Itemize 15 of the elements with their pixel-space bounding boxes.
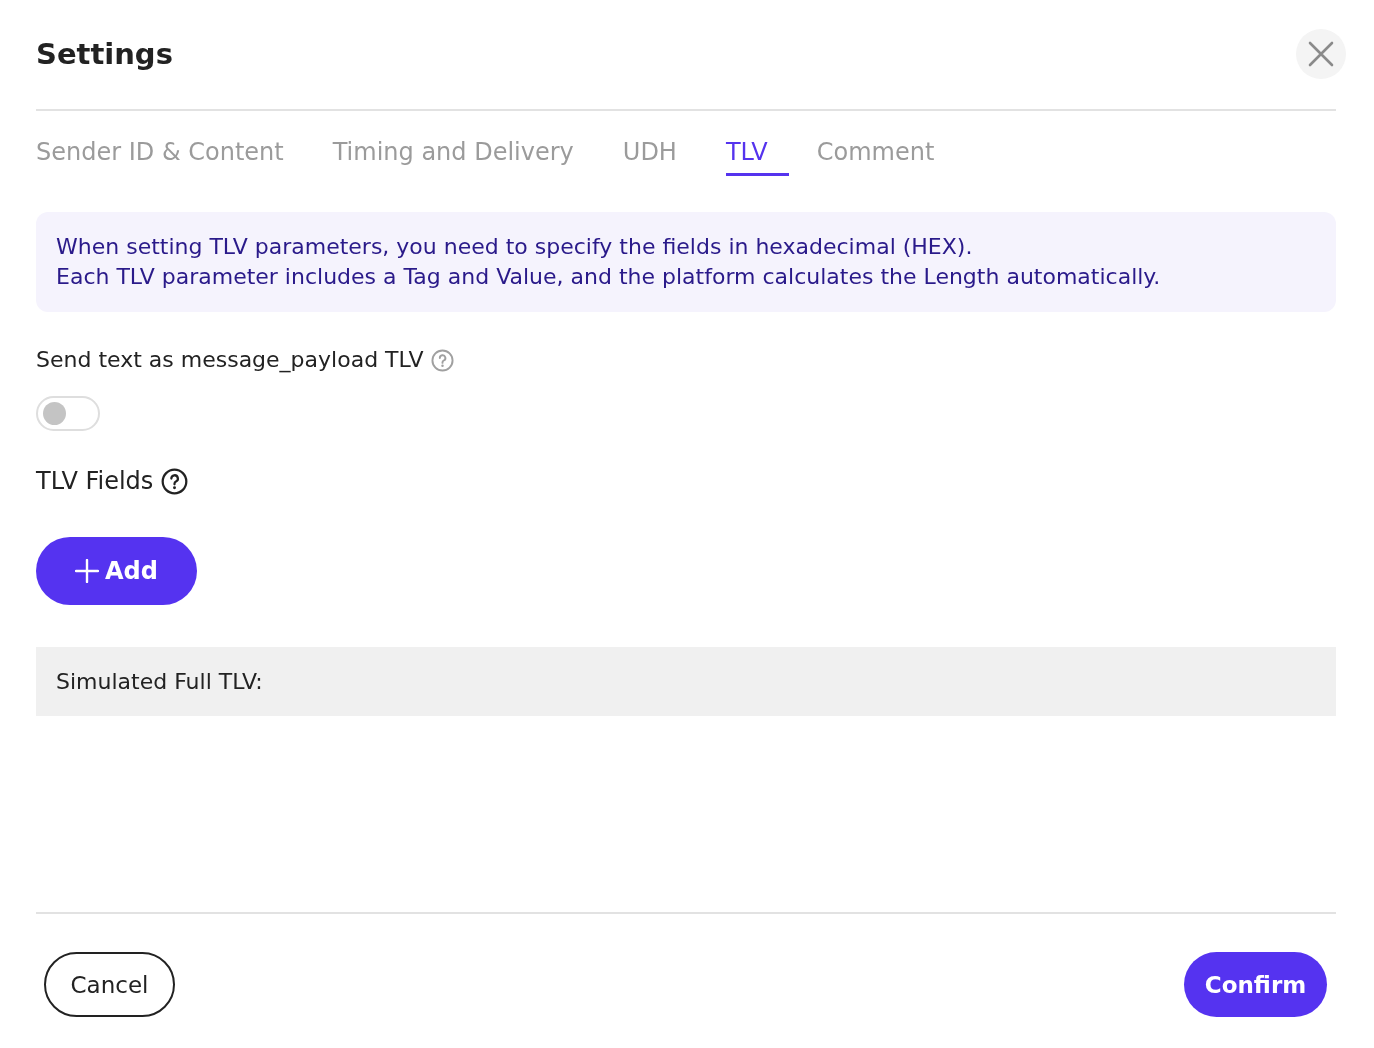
close-button[interactable]	[1296, 29, 1346, 79]
cancel-button[interactable]: Cancel	[44, 952, 175, 1017]
simulated-tlv-label: Simulated Full TLV:	[56, 669, 263, 694]
tab[interactable]: TLV	[725, 137, 789, 176]
info-text: Each TLV parameter includes a Tag and Value, and the platform calculates the Length automatically.	[56, 263, 1162, 291]
add-button[interactable]: Add	[36, 537, 197, 605]
plus-icon	[75, 559, 100, 583]
info-text: When setting TLV parameters, you need to specify the fields in hexadecimal (HEX).	[56, 233, 974, 261]
help-icon[interactable]	[161, 467, 189, 495]
close-icon	[1308, 41, 1334, 67]
dialog-title: Settings	[36, 37, 173, 71]
payload-toggle[interactable]	[36, 396, 100, 431]
confirm-button[interactable]: Confirm	[1184, 952, 1327, 1017]
tlv-fields-label: TLV Fields	[36, 466, 154, 496]
payload-toggle-label: Send text as message_payload TLV	[36, 346, 424, 375]
